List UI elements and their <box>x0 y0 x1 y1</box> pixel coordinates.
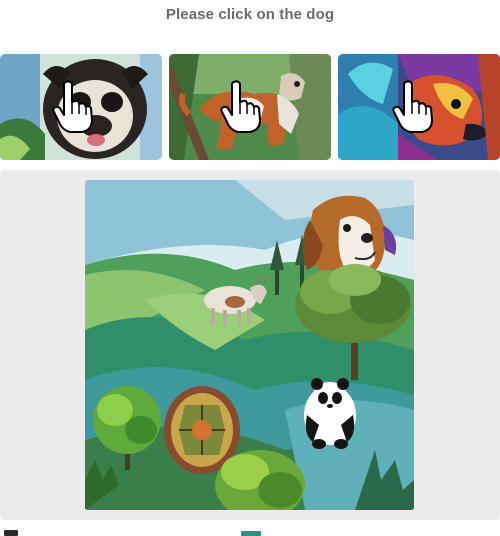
hand-pointer-icon <box>220 80 261 133</box>
footer-bar <box>0 524 500 536</box>
choice-row <box>0 54 500 160</box>
footer-center-mark <box>241 531 261 536</box>
footer-left-mark <box>4 530 18 536</box>
challenge-panel <box>0 170 500 520</box>
challenge-image[interactable] <box>85 180 414 510</box>
hand-pointer-icon <box>52 80 93 133</box>
choice-pug[interactable] <box>0 54 162 160</box>
captcha-prompt: Please click on the dog <box>165 6 335 23</box>
choice-brown-dog[interactable] <box>169 54 331 160</box>
captcha-page: Please click on the dog <box>0 0 500 536</box>
challenge-scene <box>85 180 414 510</box>
hand-pointer-icon <box>392 80 433 133</box>
choice-colorful-dog[interactable] <box>338 54 500 160</box>
